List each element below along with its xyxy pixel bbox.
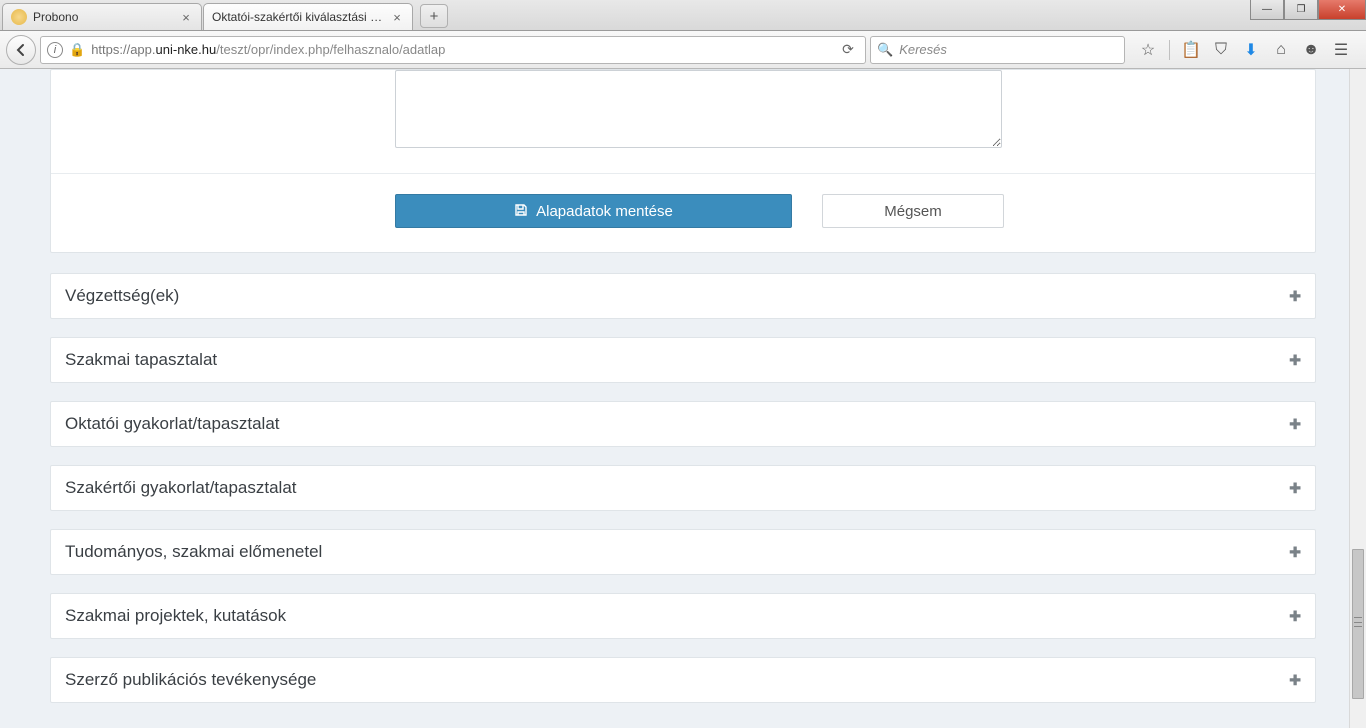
- plus-icon: ✚: [1289, 352, 1301, 369]
- search-bar[interactable]: 🔍 Keresés: [870, 36, 1125, 64]
- accordion-publikacios-tevekenyseg[interactable]: Szerző publikációs tevékenysége ✚: [50, 657, 1316, 703]
- home-icon[interactable]: ⌂: [1272, 41, 1290, 59]
- save-button-label: Alapadatok mentése: [536, 203, 673, 220]
- window-minimize-button[interactable]: —: [1250, 0, 1284, 20]
- chat-icon[interactable]: ☻: [1302, 41, 1320, 59]
- accordion-label: Végzettség(ek): [65, 286, 179, 306]
- scrollbar-grip: [1354, 617, 1362, 627]
- accordion-label: Oktatói gyakorlat/tapasztalat: [65, 414, 280, 434]
- accordion-oktatoi-gyakorlat[interactable]: Oktatói gyakorlat/tapasztalat ✚: [50, 401, 1316, 447]
- reload-button[interactable]: ⟳: [837, 39, 859, 61]
- notes-textarea[interactable]: [395, 70, 1002, 148]
- accordion-tudomanyos-elomenetel[interactable]: Tudományos, szakmai előmenetel ✚: [50, 529, 1316, 575]
- accordion-szakmai-projektek[interactable]: Szakmai projektek, kutatások ✚: [50, 593, 1316, 639]
- toolbar-icons: ☆ 📋 ⛉ ⬇ ⌂ ☻ ☰: [1129, 40, 1360, 60]
- favicon-icon: [11, 9, 27, 25]
- plus-icon: ✚: [1289, 480, 1301, 497]
- accordion-szakmai-tapasztalat[interactable]: Szakmai tapasztalat ✚: [50, 337, 1316, 383]
- window-controls: — ❐ ✕: [1250, 0, 1366, 20]
- bookmark-star-icon[interactable]: ☆: [1139, 40, 1157, 60]
- search-icon: 🔍: [877, 42, 893, 58]
- accordion-label: Tudományos, szakmai előmenetel: [65, 542, 322, 562]
- tab-title: Probono: [33, 10, 175, 24]
- menu-icon[interactable]: ☰: [1332, 40, 1350, 60]
- accordion-label: Szerző publikációs tevékenysége: [65, 670, 316, 690]
- page-viewport: Alapadatok mentése Mégsem Végzettség(ek)…: [0, 69, 1366, 728]
- plus-icon: ✚: [1289, 672, 1301, 689]
- plus-icon: ✚: [1289, 608, 1301, 625]
- form-actions: Alapadatok mentése Mégsem: [65, 194, 1301, 228]
- url-bar[interactable]: i 🔒 https://app.uni-nke.hu/teszt/opr/ind…: [40, 36, 866, 64]
- browser-tab-probono[interactable]: Probono ×: [2, 3, 202, 30]
- browser-tab-strip: Probono × Oktatói-szakértői kiválasztási…: [0, 0, 1366, 31]
- browser-tab-active[interactable]: Oktatói-szakértői kiválasztási re... ×: [203, 3, 413, 30]
- window-close-button[interactable]: ✕: [1318, 0, 1366, 20]
- pocket-icon[interactable]: ⛉: [1212, 41, 1230, 59]
- basic-data-card: Alapadatok mentése Mégsem: [50, 69, 1316, 253]
- clipboard-icon[interactable]: 📋: [1182, 40, 1200, 60]
- cancel-button[interactable]: Mégsem: [822, 194, 1004, 228]
- window-maximize-button[interactable]: ❐: [1284, 0, 1318, 20]
- site-info-icon[interactable]: i: [47, 42, 63, 58]
- save-icon: [514, 203, 528, 220]
- accordion-label: Szakmai projektek, kutatások: [65, 606, 286, 626]
- accordion-vegzettseg[interactable]: Végzettség(ek) ✚: [50, 273, 1316, 319]
- separator: [1169, 40, 1170, 60]
- accordion-label: Szakértői gyakorlat/tapasztalat: [65, 478, 297, 498]
- browser-nav-bar: i 🔒 https://app.uni-nke.hu/teszt/opr/ind…: [0, 31, 1366, 69]
- plus-icon: ✚: [1289, 416, 1301, 433]
- accordion-label: Szakmai tapasztalat: [65, 350, 217, 370]
- url-text: https://app.uni-nke.hu/teszt/opr/index.p…: [91, 42, 837, 57]
- divider: [51, 173, 1315, 174]
- cancel-button-label: Mégsem: [884, 203, 942, 220]
- tab-close-button[interactable]: ×: [179, 10, 193, 24]
- plus-icon: ✚: [1289, 544, 1301, 561]
- accordion-szakertoi-gyakorlat[interactable]: Szakértői gyakorlat/tapasztalat ✚: [50, 465, 1316, 511]
- save-button[interactable]: Alapadatok mentése: [395, 194, 792, 228]
- scrollbar[interactable]: [1349, 69, 1366, 728]
- tab-close-button[interactable]: ×: [390, 10, 404, 24]
- arrow-left-icon: [14, 43, 28, 57]
- lock-icon: 🔒: [69, 42, 85, 58]
- tab-title: Oktatói-szakértői kiválasztási re...: [212, 10, 386, 24]
- new-tab-button[interactable]: +: [420, 4, 448, 28]
- nav-back-button[interactable]: [6, 35, 36, 65]
- search-placeholder: Keresés: [899, 42, 947, 57]
- downloads-icon[interactable]: ⬇: [1242, 40, 1260, 60]
- plus-icon: ✚: [1289, 288, 1301, 305]
